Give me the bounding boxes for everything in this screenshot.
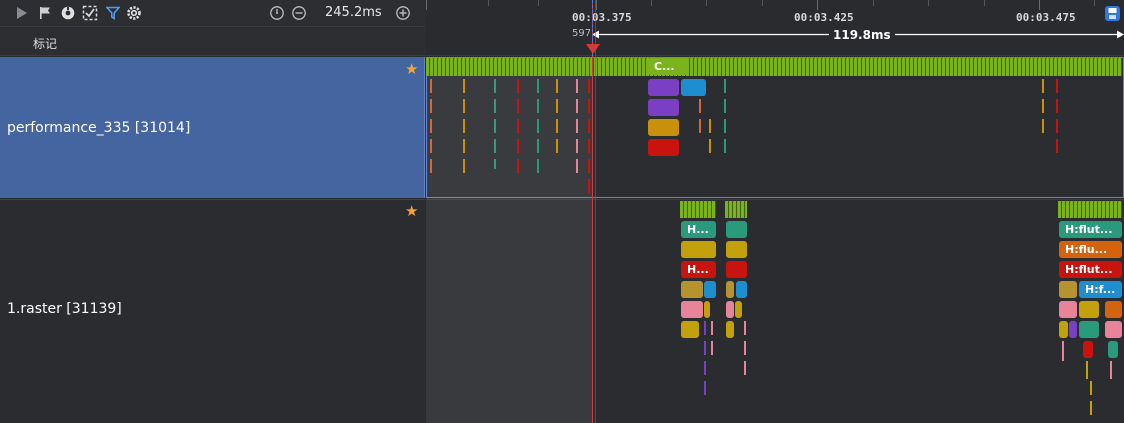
slice[interactable]: C... <box>648 58 688 75</box>
slice-sliver <box>576 79 578 179</box>
slice[interactable] <box>1079 301 1099 318</box>
slice-sliver <box>430 79 432 179</box>
slice-sliver <box>1086 361 1088 379</box>
time-cursor <box>595 0 596 423</box>
cursor-marker-icon[interactable] <box>586 44 600 54</box>
slice[interactable]: H... <box>681 261 716 278</box>
slice[interactable]: H:f... <box>1079 281 1122 298</box>
slice[interactable] <box>648 79 679 96</box>
slice[interactable] <box>736 281 747 298</box>
slice-band <box>725 201 747 218</box>
slice-sliver <box>1056 79 1058 159</box>
timestamp-label: 00:03.475 <box>1016 11 1076 24</box>
slice[interactable] <box>681 321 699 338</box>
slice-band <box>1058 201 1122 218</box>
slice-sliver <box>1062 341 1064 361</box>
ruler-tick <box>651 0 652 6</box>
slice-sliver <box>588 79 590 199</box>
slice[interactable] <box>1059 301 1077 318</box>
zoom-in-icon[interactable] <box>394 4 412 22</box>
slice[interactable] <box>1105 301 1122 318</box>
slice-sliver <box>537 79 539 179</box>
ruler-tick <box>762 0 763 6</box>
slice[interactable] <box>681 301 703 318</box>
slice-sliver <box>463 79 465 179</box>
slice[interactable] <box>648 119 679 136</box>
slice[interactable] <box>726 321 734 338</box>
slice-sliver <box>494 79 496 169</box>
ruler-tick <box>817 0 818 10</box>
timestamp-label: 00:03.425 <box>794 11 854 24</box>
save-icon[interactable] <box>1105 6 1120 21</box>
filter-icon[interactable] <box>104 4 122 22</box>
slice[interactable] <box>1079 321 1099 338</box>
range-label: 119.8ms <box>829 28 895 42</box>
slice[interactable] <box>735 301 742 318</box>
slice-sliver <box>711 321 713 361</box>
slice[interactable] <box>1083 341 1093 358</box>
slice[interactable] <box>704 281 716 298</box>
ruler-tick <box>706 0 707 6</box>
ruler-tick <box>873 0 874 6</box>
zoom-out-icon[interactable] <box>290 4 308 22</box>
slice-sliver <box>517 79 519 179</box>
ruler-tick <box>1039 0 1040 10</box>
slice-sliver <box>744 321 746 377</box>
ruler-tick <box>596 0 597 10</box>
slice[interactable] <box>726 281 734 298</box>
slice[interactable] <box>726 301 734 318</box>
slice[interactable] <box>681 241 716 258</box>
slice[interactable]: H:flut... <box>1059 261 1122 278</box>
slice-band <box>680 201 716 218</box>
slice-band <box>426 58 1122 76</box>
slice[interactable] <box>1059 281 1077 298</box>
slice-sliver <box>1110 361 1112 379</box>
slice[interactable] <box>1105 321 1122 338</box>
slice-sliver <box>556 79 558 159</box>
slice[interactable] <box>648 139 679 156</box>
slice[interactable] <box>726 221 747 238</box>
selection-shade <box>426 57 592 423</box>
flag-icon[interactable] <box>36 4 54 22</box>
cursor-number: 597 <box>572 28 592 39</box>
ruler-tick <box>1094 0 1095 6</box>
slice[interactable] <box>681 281 703 298</box>
slice-sliver <box>704 321 706 401</box>
star-icon[interactable]: ★ <box>405 60 418 78</box>
filter-check-icon[interactable] <box>81 4 99 22</box>
timestamp-label: 00:03.375 <box>572 11 632 24</box>
marks-label: 标记 <box>33 37 58 51</box>
timer-icon[interactable] <box>268 4 286 22</box>
process-name: performance_335 [31014] <box>7 120 191 136</box>
ruler-tick <box>488 0 489 6</box>
slice[interactable] <box>681 79 706 96</box>
marks-row <box>0 28 425 56</box>
slice-sliver <box>1090 381 1092 419</box>
slice[interactable]: H:flut... <box>1059 221 1122 238</box>
slice-sliver <box>1042 79 1044 139</box>
time-cursor[interactable] <box>592 0 593 423</box>
slice-sliver <box>724 79 726 159</box>
slice[interactable] <box>1059 321 1068 338</box>
ruler-tick <box>426 0 427 10</box>
settings-icon[interactable] <box>125 4 143 22</box>
ruler-tick <box>538 0 539 6</box>
slice[interactable]: H:flu... <box>1059 241 1122 258</box>
bug-icon[interactable] <box>59 4 77 22</box>
zoom-level: 245.2ms <box>325 5 382 20</box>
slice[interactable] <box>1069 321 1077 338</box>
slice[interactable] <box>648 99 679 116</box>
slice[interactable] <box>726 261 747 278</box>
ruler-tick <box>984 0 985 6</box>
slice-sliver <box>699 99 701 139</box>
process-name: 1.raster [31139] <box>7 301 122 317</box>
slice[interactable] <box>726 241 747 258</box>
slice-sliver <box>709 119 711 159</box>
play-icon[interactable] <box>12 4 30 22</box>
slice[interactable] <box>1108 341 1118 358</box>
ruler-tick <box>928 0 929 6</box>
slice[interactable] <box>704 301 710 318</box>
slice[interactable]: H... <box>681 221 716 238</box>
star-icon[interactable]: ★ <box>405 202 418 220</box>
